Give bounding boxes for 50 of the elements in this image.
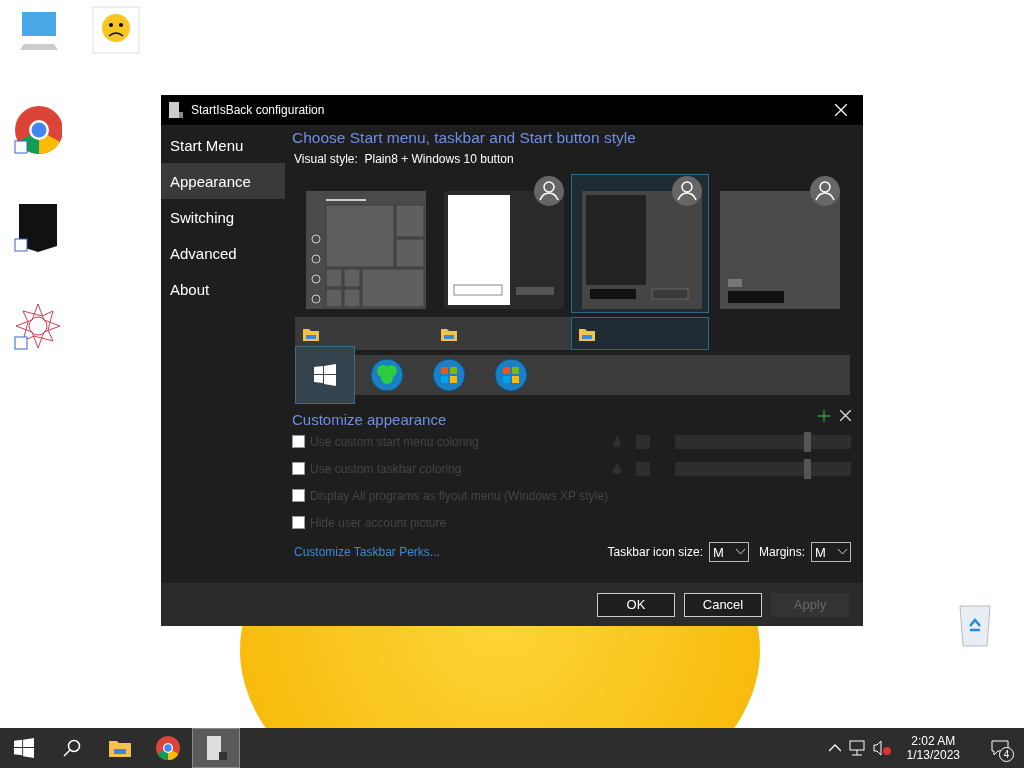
- windows-orb-icon: [432, 358, 466, 392]
- start-button-option[interactable]: [295, 346, 355, 404]
- notifications-button[interactable]: 4: [976, 728, 1024, 768]
- window-title: StartIsBack configuration: [191, 103, 326, 117]
- windows-orb-icon: [494, 358, 528, 392]
- slider-thumb[interactable]: [804, 431, 811, 452]
- add-icon[interactable]: [818, 409, 830, 422]
- slider-track[interactable]: [675, 461, 851, 476]
- sidebar-item[interactable]: About: [161, 271, 285, 307]
- browser-shortcut-icon[interactable]: [14, 106, 62, 154]
- icon-size-label: Taskbar icon size:: [607, 545, 703, 559]
- taskbar-style-option[interactable]: [571, 317, 709, 350]
- customize-heading: Customize appearance: [292, 411, 447, 428]
- taskbar-style-option[interactable]: [433, 317, 571, 350]
- slider-track[interactable]: [675, 434, 851, 449]
- user-icon: [534, 176, 564, 206]
- margins-dropdown[interactable]: M: [811, 542, 851, 562]
- visual-style-text: Visual style: Plain8 + Windows 10 button: [294, 152, 515, 166]
- icon-size-dropdown[interactable]: M: [709, 542, 749, 562]
- windows-logo-icon: [14, 738, 34, 758]
- notification-count: 4: [999, 747, 1014, 762]
- dialog-button[interactable]: Cancel: [684, 592, 762, 617]
- sidebar-item[interactable]: Start Menu: [161, 127, 285, 163]
- config-app-taskbar-icon[interactable]: [192, 728, 240, 768]
- taskbar-perks-link[interactable]: Customize Taskbar Perks...: [294, 545, 602, 559]
- close-icon[interactable]: [840, 410, 851, 421]
- sad-face-icon[interactable]: [92, 6, 140, 54]
- chevron-up-icon[interactable]: [828, 744, 841, 752]
- close-icon: [835, 104, 847, 116]
- section-heading: Choose Start menu, taskbar and Start button style: [292, 129, 637, 147]
- margins-label: Margins:: [759, 545, 805, 559]
- chevron-down-icon: [838, 549, 847, 555]
- search-icon: [63, 739, 81, 757]
- app-icon: [169, 102, 183, 118]
- dialog-button[interactable]: OK: [597, 592, 675, 617]
- taskbar-style-option[interactable]: [295, 317, 433, 350]
- sidebar-item[interactable]: Advanced: [161, 235, 285, 271]
- sidebar-item[interactable]: Switching: [161, 199, 285, 235]
- message-icon: [991, 740, 1009, 756]
- star-pattern-shortcut-icon[interactable]: [14, 302, 62, 350]
- sidebar-item[interactable]: Appearance: [161, 163, 285, 199]
- network-icon[interactable]: [848, 740, 865, 756]
- user-icon: [672, 176, 702, 206]
- chevron-down-icon: [736, 549, 745, 555]
- muted-speaker-icon[interactable]: [872, 740, 891, 756]
- windows-logo-icon: [314, 364, 336, 386]
- slider-thumb[interactable]: [804, 458, 811, 479]
- clover-orb-icon: [370, 358, 404, 392]
- user-icon: [810, 176, 840, 206]
- clock[interactable]: 2:02 AM 1/13/2023: [898, 734, 968, 762]
